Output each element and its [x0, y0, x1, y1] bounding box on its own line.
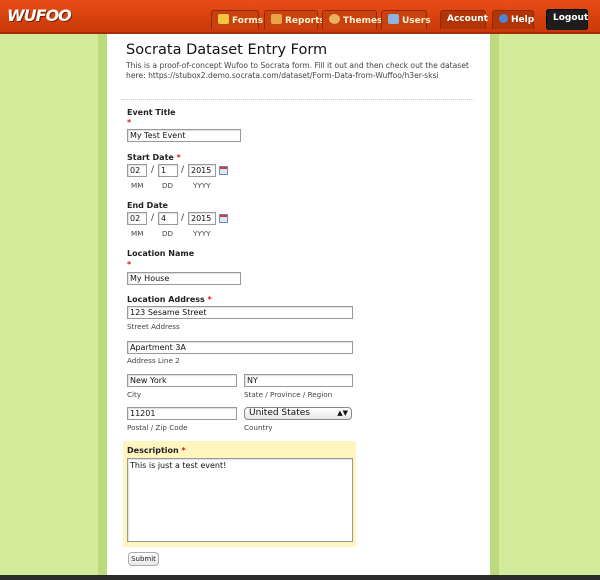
end-year-input[interactable]: 2015	[188, 212, 216, 225]
form-description: This is a proof-of-concept Wufoo to Socr…	[126, 61, 469, 80]
start-day-input[interactable]: 1	[158, 164, 178, 177]
submit-button[interactable]: Submit	[128, 552, 159, 566]
start-month-input[interactable]: 02	[127, 164, 147, 177]
date-separator: /	[181, 213, 185, 223]
country-select[interactable]: United States ▲▼	[244, 407, 352, 420]
location-address-label-text: Location Address	[127, 295, 205, 304]
country-select-value: United States	[249, 408, 310, 418]
year-caption: YYYY	[193, 229, 211, 238]
calendar-icon[interactable]	[219, 166, 228, 175]
start-date-label-text: Start Date	[127, 153, 174, 162]
tab-forms[interactable]: Forms	[211, 10, 263, 29]
select-arrows-icon: ▲▼	[337, 409, 348, 417]
required-marker: *	[207, 295, 212, 304]
required-marker: *	[176, 153, 181, 162]
tab-help-label: Help	[511, 15, 535, 25]
users-icon	[388, 14, 399, 24]
help-icon	[499, 14, 508, 23]
left-stripe	[98, 34, 107, 580]
location-name-label: Location Name	[127, 249, 195, 258]
street-address-caption: Street Address	[127, 322, 180, 331]
city-input[interactable]: New York	[127, 374, 237, 387]
description-label: Description *	[127, 446, 186, 455]
bottom-edge	[0, 575, 600, 580]
event-title-label: Event Title	[127, 108, 176, 117]
end-date-label: End Date	[127, 201, 168, 210]
reports-icon	[271, 14, 282, 24]
tab-forms-label: Forms	[232, 16, 264, 26]
zip-input[interactable]: 11201	[127, 407, 237, 420]
location-address-label: Location Address *	[127, 295, 212, 304]
event-title-input[interactable]: My Test Event	[127, 129, 241, 142]
location-name-input[interactable]: My House	[127, 272, 241, 285]
end-day-input[interactable]: 4	[158, 212, 178, 225]
description-textarea[interactable]: This is just a test event!	[127, 458, 353, 542]
tab-users-label: Users	[402, 16, 431, 26]
state-caption: State / Province / Region	[244, 390, 333, 399]
start-date-label: Start Date *	[127, 153, 181, 162]
logout-button[interactable]: Logout	[546, 9, 588, 30]
country-caption: Country	[244, 423, 273, 432]
required-marker: *	[181, 446, 186, 455]
required-marker: *	[127, 118, 132, 127]
palette-icon	[329, 14, 340, 24]
divider	[122, 99, 474, 100]
tab-themes-label: Themes	[343, 16, 383, 26]
day-caption: DD	[162, 229, 174, 238]
street-address-input[interactable]: 123 Sesame Street	[127, 306, 353, 319]
city-caption: City	[127, 390, 142, 399]
start-year-input[interactable]: 2015	[188, 164, 216, 177]
month-caption: MM	[131, 229, 144, 238]
right-stripe	[490, 34, 499, 580]
forms-icon	[218, 14, 229, 24]
state-input[interactable]: NY	[244, 374, 353, 387]
top-nav-bar: WUFOO Forms Reports Themes Users Account…	[0, 0, 600, 34]
tab-account[interactable]: Account	[440, 10, 488, 29]
address-line2-input[interactable]: Apartment 3A	[127, 341, 353, 354]
zip-caption: Postal / Zip Code	[127, 423, 188, 432]
wufoo-logo[interactable]: WUFOO	[7, 6, 72, 25]
form-title: Socrata Dataset Entry Form	[126, 42, 328, 58]
logout-label: Logout	[553, 13, 589, 23]
date-separator: /	[151, 213, 155, 223]
year-caption: YYYY	[193, 181, 211, 190]
end-month-input[interactable]: 02	[127, 212, 147, 225]
date-separator: /	[181, 165, 185, 175]
tab-account-label: Account	[447, 14, 488, 24]
tab-users[interactable]: Users	[381, 10, 431, 29]
calendar-icon[interactable]	[219, 214, 228, 223]
date-separator: /	[151, 165, 155, 175]
day-caption: DD	[162, 181, 174, 190]
address-line2-caption: Address Line 2	[127, 356, 180, 365]
tab-reports-label: Reports	[285, 16, 325, 26]
month-caption: MM	[131, 181, 144, 190]
description-label-text: Description	[127, 446, 179, 455]
required-marker: *	[127, 260, 132, 269]
tab-themes[interactable]: Themes	[322, 10, 383, 29]
tab-help[interactable]: Help	[492, 10, 534, 29]
tab-reports[interactable]: Reports	[264, 10, 325, 29]
